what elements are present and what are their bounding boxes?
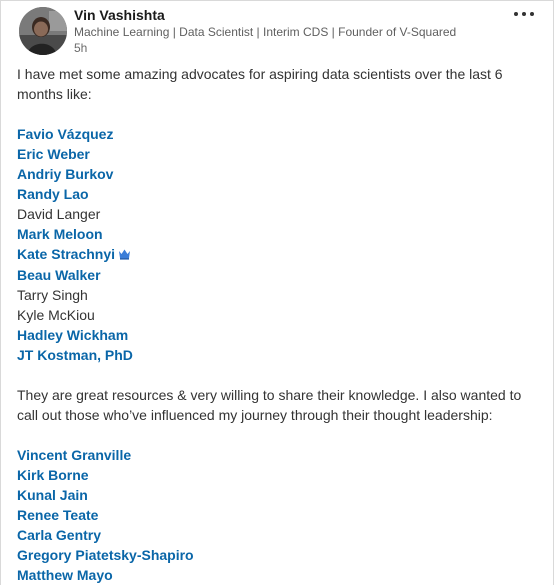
- post-header: Vin Vashishta Machine Learning | Data Sc…: [17, 7, 537, 59]
- mention-link[interactable]: Kunal Jain: [17, 485, 539, 505]
- more-dot-icon: [522, 12, 526, 16]
- mention-link[interactable]: Randy Lao: [17, 184, 539, 204]
- mention-link[interactable]: Vincent Granville: [17, 445, 539, 465]
- mention-label: Beau Walker: [17, 267, 101, 283]
- mention-link[interactable]: JT Kostman, PhD: [17, 345, 539, 365]
- mention-link[interactable]: Kirk Borne: [17, 465, 539, 485]
- post-intro-text: I have met some amazing advocates for as…: [17, 66, 503, 102]
- mention-link[interactable]: Matthew Mayo: [17, 565, 539, 585]
- mention-label: Tarry Singh: [17, 287, 88, 303]
- post-card: Vin Vashishta Machine Learning | Data Sc…: [0, 0, 554, 585]
- mention-link[interactable]: Renee Teate: [17, 505, 539, 525]
- mention-label: Kunal Jain: [17, 487, 88, 503]
- mention-link[interactable]: Andriy Burkov: [17, 164, 539, 184]
- post-body: I have met some amazing advocates for as…: [17, 64, 539, 585]
- more-options-button[interactable]: [514, 9, 536, 19]
- plain-name-text: Kyle McKiou: [17, 305, 539, 325]
- influencers-list: Vincent Granville Kirk Borne Kunal Jain Ren…: [17, 445, 539, 585]
- mention-label: Gregory Piatetsky-Shapiro: [17, 547, 194, 563]
- advocates-list: Favio Vázquez Eric Weber Andriy Burkov Rand…: [17, 124, 539, 365]
- mention-link[interactable]: Mark Meloon: [17, 224, 539, 244]
- mention-label: Eric Weber: [17, 146, 90, 162]
- mention-link[interactable]: Carla Gentry: [17, 525, 539, 545]
- author-name[interactable]: Vin Vashishta: [74, 7, 165, 23]
- mention-label: Vincent Granville: [17, 447, 132, 463]
- mention-link[interactable]: Beau Walker: [17, 265, 539, 285]
- mention-label: Kirk Borne: [17, 467, 89, 483]
- mention-label: Andriy Burkov: [17, 166, 114, 182]
- mention-label: Hadley Wickham: [17, 327, 129, 343]
- mention-link[interactable]: Favio Vázquez: [17, 124, 539, 144]
- mention-label: Randy Lao: [17, 186, 89, 202]
- mention-link[interactable]: Gregory Piatetsky-Shapiro: [17, 545, 539, 565]
- mention-label: Carla Gentry: [17, 527, 102, 543]
- mention-link[interactable]: Kate Strachnyi: [17, 244, 539, 265]
- post-timestamp: 5h: [74, 41, 88, 55]
- mention-label: Renee Teate: [17, 507, 99, 523]
- plain-name-text: Tarry Singh: [17, 285, 539, 305]
- mention-label: Kate Strachnyi: [17, 246, 116, 262]
- author-headline: Machine Learning | Data Scientist | Inte…: [74, 25, 457, 39]
- mention-label: Mark Meloon: [17, 226, 103, 242]
- mention-link[interactable]: Eric Weber: [17, 144, 539, 164]
- plain-name-text: David Langer: [17, 204, 539, 224]
- crown-icon: [118, 245, 131, 265]
- avatar[interactable]: [19, 7, 67, 55]
- mention-link[interactable]: Hadley Wickham: [17, 325, 539, 345]
- mention-label: Favio Vázquez: [17, 126, 114, 142]
- mention-label: Matthew Mayo: [17, 567, 113, 583]
- more-dot-icon: [530, 12, 534, 16]
- more-dot-icon: [514, 12, 518, 16]
- mention-label: JT Kostman, PhD: [17, 347, 133, 363]
- post-middle-text: They are great resources & very willing …: [17, 387, 522, 423]
- mention-label: David Langer: [17, 206, 101, 222]
- mention-label: Kyle McKiou: [17, 307, 95, 323]
